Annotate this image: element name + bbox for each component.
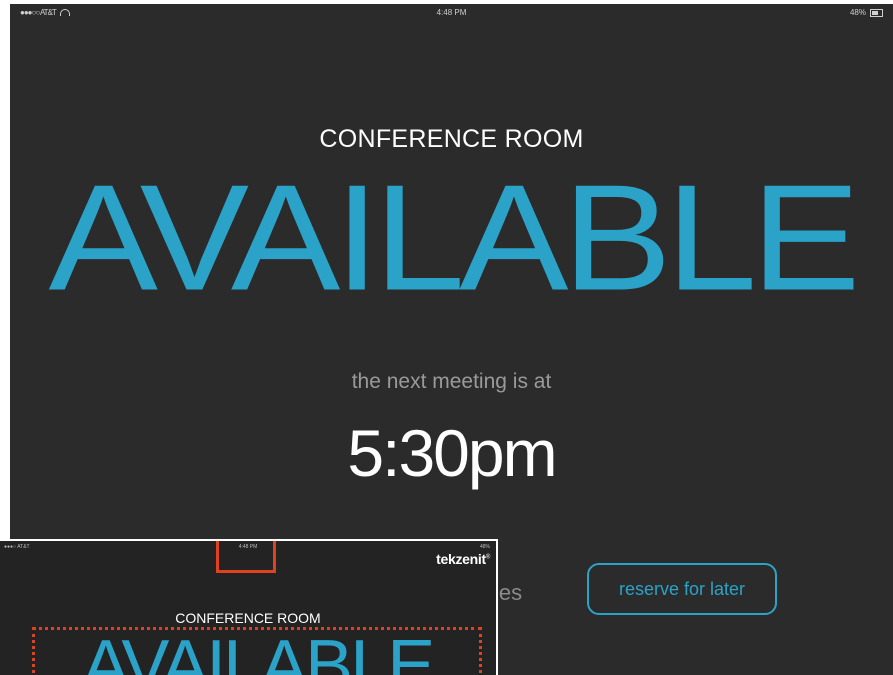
availability-status: AVAILABLE	[48, 153, 861, 322]
inset-battery-percent: 48%	[479, 544, 490, 550]
inset-thumbnail: ●●●○ AT&T 4:48 PM 48% tekzenit® CONFEREN…	[0, 539, 498, 675]
inset-room-title: CONFERENCE ROOM	[175, 610, 321, 626]
status-bar-right: 48%	[850, 8, 883, 17]
room-title: CONFERENCE ROOM	[319, 125, 584, 153]
reserve-for-later-button[interactable]: reserve for later	[587, 563, 777, 615]
partial-label: les	[494, 580, 523, 605]
brand-logo: tekzenit®	[436, 551, 490, 567]
next-meeting-time: 5:30pm	[347, 416, 557, 490]
status-time: 4:48 PM	[436, 8, 467, 17]
brand-name: tekzenit	[436, 551, 486, 567]
brand-mark: ®	[485, 554, 490, 561]
status-bar: ●●●○○ AT&T 4:48 PM 48%	[10, 4, 893, 22]
inset-availability-status: AVAILABLE	[81, 626, 436, 675]
next-meeting-label: the next meeting is at	[351, 370, 552, 393]
battery-percent: 48%	[849, 8, 866, 17]
time-highlight-box	[216, 541, 276, 573]
battery-icon	[870, 8, 883, 17]
